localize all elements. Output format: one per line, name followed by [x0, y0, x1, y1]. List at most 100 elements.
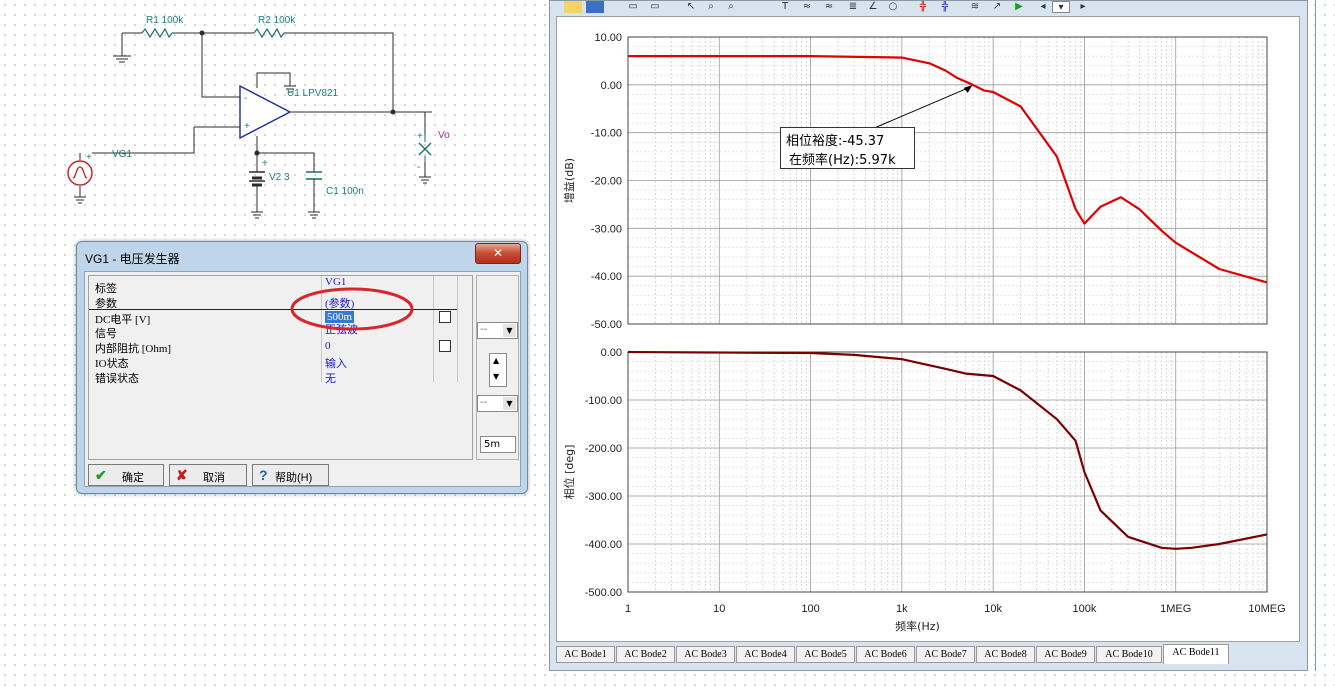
open-folder-icon[interactable]	[564, 1, 582, 13]
probe-plus-label: +	[417, 131, 423, 142]
curve-tool-icon[interactable]: ≈	[798, 1, 816, 13]
line-tool-icon[interactable]: ∠	[864, 1, 882, 13]
phase-margin-text: 相位裕度:-45.37	[786, 134, 885, 149]
opamp-plus-label: +	[244, 121, 250, 132]
tab-ac-bode-3[interactable]: AC Bode3	[676, 646, 735, 663]
property-value[interactable]: 无	[325, 370, 336, 386]
y-tick-label: 0.00	[601, 347, 622, 359]
voltage-generator-dialog: VG1 - 电压发生器 ✕ 标签 VG1 参数 (参数) DC电平 [V] 50…	[76, 241, 528, 494]
annotation-arrow	[871, 86, 971, 130]
ok-button[interactable]: ✔ 确定	[88, 464, 164, 486]
y-tick-label: -500.00	[585, 587, 622, 599]
r1-label: R1 100k	[146, 15, 184, 26]
x-axis-label: 频率(Hz)	[895, 619, 940, 633]
cross-icon: ✘	[176, 467, 188, 483]
chevron-down-icon[interactable]: ▾	[1052, 1, 1070, 13]
spin-button[interactable]: ▲ ▼	[489, 353, 507, 387]
cursor-b-icon[interactable]: ╬	[936, 1, 954, 13]
tab-ac-bode-5[interactable]: AC Bode5	[796, 646, 855, 663]
phase-margin-annotation[interactable]: 相位裕度:-45.37 在频率(Hz):5.97k	[780, 127, 915, 169]
tab-ac-bode-10[interactable]: AC Bode10	[1096, 646, 1162, 663]
property-row[interactable]: 内部阻抗 [Ohm] 0	[89, 339, 457, 355]
combo-box[interactable]: -- ▼	[477, 322, 518, 339]
tab-ac-bode-1[interactable]: AC Bode1	[556, 646, 615, 663]
property-row[interactable]: IO状态 输入	[89, 354, 457, 370]
property-key: 错误状态	[95, 373, 139, 385]
cancel-button[interactable]: ✘ 取消	[169, 464, 247, 486]
zoom-icon[interactable]: ⌕	[702, 1, 720, 13]
dialog-title: VG1 - 电压发生器	[85, 252, 180, 266]
y-tick-label: -400.00	[585, 539, 622, 551]
marker-tool-icon[interactable]: ≈	[820, 1, 838, 13]
x-tick-label: 100k	[1072, 603, 1096, 615]
schematic-canvas[interactable]: - + + + + - R1 100k R2 100k U1 LPV821 VG…	[0, 0, 548, 240]
y-tick-label: -40.00	[591, 271, 622, 283]
chevron-down-icon[interactable]: ▼	[503, 324, 516, 337]
y-axis-label: 增益(dB)	[562, 158, 576, 203]
tab-bar: AC Bode1 AC Bode2 AC Bode3 AC Bode4 AC Bode5…	[556, 644, 1300, 666]
value-field[interactable]: 5m	[480, 436, 516, 453]
property-row[interactable]: 错误状态 无	[89, 369, 457, 386]
close-icon: ✕	[492, 246, 504, 260]
zoom-100-icon[interactable]: ⌕	[722, 1, 740, 13]
property-value[interactable]: 0	[325, 340, 331, 352]
tab-ac-bode-7[interactable]: AC Bode7	[916, 646, 975, 663]
probe-tool-icon[interactable]: ↗	[988, 1, 1006, 13]
y-tick-label: -300.00	[585, 491, 622, 503]
help-button[interactable]: ? 帮助(H)	[252, 464, 329, 486]
x-tick-label: 10k	[984, 603, 1002, 615]
legend-tool-icon[interactable]: ≣	[844, 1, 862, 13]
tab-ac-bode-8[interactable]: AC Bode8	[976, 646, 1035, 663]
u1-label: U1 LPV821	[287, 88, 339, 99]
arrow-up-icon[interactable]: ▲	[493, 356, 499, 365]
circle-tool-icon[interactable]: ○	[884, 1, 902, 13]
combo-box[interactable]: -- ▼	[477, 395, 518, 412]
voltage-probe-icon[interactable]: + -	[417, 131, 432, 173]
r2-label: R2 100k	[258, 15, 296, 26]
tab-ac-bode-11[interactable]: AC Bode11	[1163, 644, 1229, 664]
x-tick-label: 10	[713, 603, 725, 615]
arrow-left-icon[interactable]: ◂	[1034, 1, 1052, 13]
arrow-down-icon[interactable]: ▼	[493, 372, 499, 381]
plot-area[interactable]: 10.00 0.00 -10.00 -20.00 -30.00 -40.00 -50.00 增…	[556, 16, 1300, 642]
frequency-text: 在频率(Hz):5.97k	[789, 153, 896, 168]
cancel-button-label: 取消	[203, 472, 225, 484]
run-icon[interactable]: ▶	[1010, 1, 1028, 13]
vo-label: Vo	[438, 130, 450, 141]
battery-icon[interactable]: +	[249, 158, 268, 187]
help-button-label: 帮助(H)	[275, 472, 313, 484]
value-field-text: 5m	[484, 439, 501, 450]
pointer-icon[interactable]: ↖	[682, 1, 700, 13]
checkmark-icon: ✔	[95, 467, 107, 483]
y-axis-label: 相位 [deg]	[562, 445, 576, 500]
cursor-a-icon[interactable]: ╬	[914, 1, 932, 13]
dialog-titlebar[interactable]: VG1 - 电压发生器 ✕	[77, 242, 527, 270]
x-tick-label: 1MEG	[1160, 603, 1191, 615]
opamp-icon[interactable]: - +	[239, 84, 292, 140]
dc-level-checkbox[interactable]	[439, 311, 451, 323]
impedance-checkbox[interactable]	[439, 340, 451, 352]
tab-ac-bode-4[interactable]: AC Bode4	[736, 646, 795, 663]
opamp-minus-label: -	[244, 93, 247, 104]
close-button[interactable]: ✕	[475, 243, 521, 264]
text-tool-icon[interactable]: T	[776, 1, 794, 13]
copy-icon[interactable]: ▭	[624, 1, 642, 13]
c1-label: C1 100n	[326, 186, 364, 197]
arrow-right-icon[interactable]: ▸	[1074, 1, 1092, 13]
save-icon[interactable]	[586, 1, 604, 13]
x-tick-label: 1	[625, 603, 631, 615]
capacitor-icon[interactable]	[306, 171, 322, 191]
x-tick-label: 10MEG	[1248, 603, 1285, 615]
y-tick-label: -50.00	[591, 319, 622, 331]
paste-icon[interactable]: ▭	[646, 1, 664, 13]
bode-plot-svg[interactable]: 10.000.00-10.00-20.00-30.00-40.00-50.00增…	[557, 17, 1301, 643]
resistor-r1-icon[interactable]	[141, 27, 173, 39]
x-tick-label: 1k	[896, 603, 908, 615]
waveform-icon[interactable]: ≋	[966, 1, 984, 13]
resistor-r2-icon[interactable]	[253, 27, 285, 39]
tab-ac-bode-9[interactable]: AC Bode9	[1036, 646, 1095, 663]
combo-box-value: --	[480, 397, 488, 408]
tab-ac-bode-2[interactable]: AC Bode2	[616, 646, 675, 663]
chevron-down-icon[interactable]: ▼	[503, 397, 516, 410]
tab-ac-bode-6[interactable]: AC Bode6	[856, 646, 915, 663]
